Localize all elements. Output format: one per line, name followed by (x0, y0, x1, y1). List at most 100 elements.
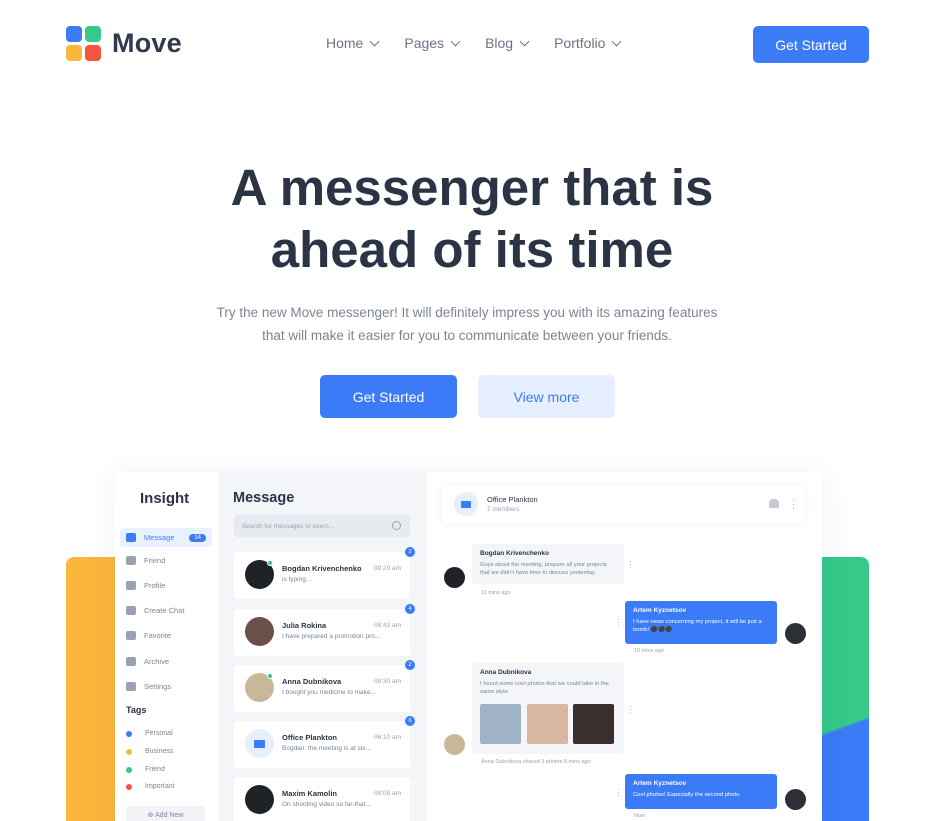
conversation-time: 06:10 am (373, 734, 401, 741)
tag-important[interactable]: Important (126, 783, 175, 790)
message-text-line: same style. (480, 689, 510, 695)
message-text-line: I have news concerning my project, it wi… (633, 619, 762, 625)
message-bubble-outgoing: Artem Kyznetsov Cool photos! Especially … (625, 774, 777, 809)
message-text: Guys about the meeting, prepare all your… (480, 561, 616, 577)
chat-members: 7 members (487, 506, 520, 513)
conversation-item[interactable]: Anna Dubnikova 08:30 am I bought you med… (234, 660, 415, 712)
group-icon (254, 740, 265, 748)
message-menu-icon[interactable]: · · · (629, 558, 632, 572)
conversation-time: 09:20 am (373, 565, 401, 572)
chevron-down-icon (612, 36, 622, 46)
sender-name: Artem Kyznetsov (633, 607, 687, 614)
nav-item-home[interactable]: Home (326, 35, 380, 51)
sidebar-item-archive[interactable]: Archive (120, 652, 212, 671)
tags-title: Tags (126, 705, 147, 715)
sidebar-item-label: Settings (144, 682, 172, 691)
avatar (444, 734, 465, 755)
message-text: Cool photos! Especially the second photo… (633, 792, 741, 798)
members-icon[interactable] (769, 499, 779, 508)
headline-line-1: A messenger that is (230, 159, 714, 216)
tag-personal[interactable]: Personal (126, 730, 173, 737)
add-tag-button[interactable]: ⊕ Add New (126, 806, 205, 821)
message-text-line: Guys about the meeting, prepare all your… (480, 562, 607, 568)
conversation-name: Office Plankton (282, 733, 338, 742)
unread-count-badge: 6 (405, 716, 415, 726)
sender-name: Artem Kyznetsov (633, 780, 687, 787)
subtext-line-1: Try the new Move messenger! It will defi… (216, 305, 718, 320)
unread-count-badge: 2 (405, 547, 415, 557)
view-more-button[interactable]: View more (478, 375, 615, 418)
tag-dot (126, 783, 132, 790)
tag-label: Business (145, 748, 174, 755)
sidebar-item-friend[interactable]: Friend (120, 551, 212, 570)
nav-item-blog[interactable]: Blog (485, 35, 530, 51)
sidebar-item-favorite[interactable]: Favorite (120, 626, 212, 645)
profile-icon (126, 581, 136, 590)
shared-photo[interactable] (527, 704, 568, 744)
app-preview: Insight Message 14 Friend Profile Create … (115, 472, 822, 821)
create-chat-icon (126, 606, 136, 615)
search-icon (392, 521, 401, 530)
conversation-item[interactable]: Julia Rokina 08:43 am I have prepared a … (234, 604, 415, 656)
conversation-name: Julia Rokina (282, 621, 327, 630)
unread-count-badge: 4 (405, 604, 415, 614)
avatar (444, 567, 465, 588)
header-get-started-button[interactable]: Get Started (753, 26, 869, 63)
conversation-name: Maxim Kamolin (282, 789, 338, 798)
archive-icon (126, 657, 136, 666)
chat-title: Office Plankton (487, 495, 538, 504)
conversation-item[interactable]: Office Plankton 06:10 am Bogdan: the mee… (234, 716, 415, 768)
shared-photo[interactable] (573, 704, 614, 744)
message-menu-icon[interactable]: · · · (617, 616, 620, 630)
message-menu-icon[interactable]: · · · (617, 786, 620, 800)
nav-label: Portfolio (554, 35, 606, 51)
message-search-input[interactable]: Search for messages or users... (234, 515, 410, 537)
conversation-snippet: is typing... (282, 576, 312, 583)
brand-name: Move (112, 28, 182, 58)
friend-icon (126, 556, 136, 565)
shared-photo[interactable] (480, 704, 521, 744)
main-nav: Home Pages Blog Portfolio (326, 35, 646, 51)
avatar (785, 789, 806, 810)
message-text-line: that we didn't have time to discuss yest… (480, 570, 597, 576)
gear-icon (126, 682, 136, 691)
conversation-item[interactable]: Maxim Kamolin 08:08 am On shooting video… (234, 777, 410, 821)
star-icon (126, 631, 136, 640)
nav-item-portfolio[interactable]: Portfolio (554, 35, 622, 51)
conversation-snippet: I have prepared a promotion pro... (282, 633, 381, 640)
nav-label: Home (326, 35, 364, 51)
message-text: I found some cool photos that we could t… (480, 680, 616, 696)
conversation-name: Bogdan Krivenchenko (282, 564, 362, 573)
message-bubble-incoming: Bogdan Krivenchenko Guys about the meeti… (472, 544, 624, 584)
more-options-icon[interactable]: · · · (792, 496, 795, 513)
nav-label: Pages (404, 35, 445, 51)
message-text-line: bomb! ⚫⚫⚫ (633, 627, 673, 633)
message-list-title: Message (233, 490, 295, 506)
sidebar-item-label: Friend (144, 556, 166, 565)
sidebar-item-create-chat[interactable]: Create Chat (120, 601, 212, 620)
message-list-panel: Message Search for messages or users... … (219, 472, 427, 821)
chevron-down-icon (450, 36, 461, 46)
get-started-button[interactable]: Get Started (320, 375, 457, 418)
hero-headline: A messenger that is ahead of its time (0, 157, 934, 281)
sidebar-item-message[interactable]: Message 14 (120, 528, 212, 547)
conversation-item[interactable]: Bogdan Krivenchenko 09:20 am is typing..… (234, 547, 415, 599)
tag-friend[interactable]: Friend (126, 766, 165, 773)
group-icon (461, 501, 471, 508)
sidebar-item-label: Create Chat (144, 606, 185, 615)
avatar (785, 623, 806, 644)
chat-panel: Office Plankton 7 members · · · Bogdan Kri… (427, 472, 822, 821)
tag-dot (126, 748, 132, 755)
tag-business[interactable]: Business (126, 748, 173, 755)
logo[interactable]: Move (66, 26, 182, 61)
message-time: 11 mins ago (481, 590, 511, 596)
sidebar-item-settings[interactable]: Settings (120, 677, 212, 696)
logo-mark-icon (66, 26, 101, 61)
nav-item-pages[interactable]: Pages (404, 35, 461, 51)
mail-icon (126, 533, 136, 542)
hero-subtext: Try the new Move messenger! It will defi… (0, 301, 934, 347)
sidebar-item-profile[interactable]: Profile (120, 576, 212, 595)
message-text: I have news concerning my project, it wi… (633, 618, 769, 634)
message-bubble-incoming: Anna Dubnikova I found some cool photos … (472, 663, 624, 754)
message-menu-icon[interactable]: · · · (629, 703, 632, 717)
